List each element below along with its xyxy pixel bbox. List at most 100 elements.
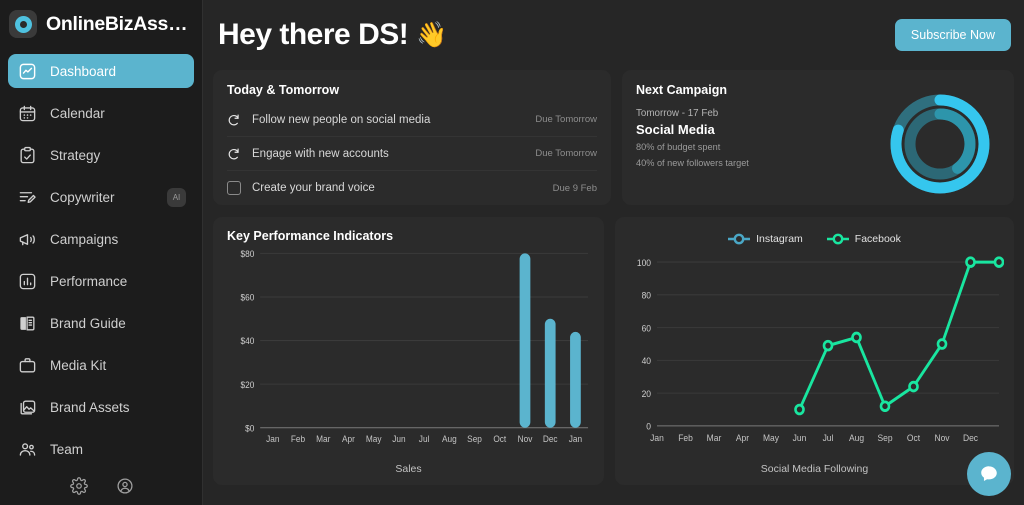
svg-text:Sep: Sep xyxy=(467,434,482,444)
sidebar-item-campaigns[interactable]: Campaigns xyxy=(8,222,194,256)
campaign-followers-stat: 40% of new followers target xyxy=(636,158,749,169)
svg-text:Oct: Oct xyxy=(493,434,506,444)
sidebar-item-brand-guide[interactable]: Brand Guide xyxy=(8,306,194,340)
task-due: Due 9 Feb xyxy=(552,182,597,194)
sidebar-item-label: Media Kit xyxy=(50,357,107,373)
svg-text:Dec: Dec xyxy=(963,433,979,443)
svg-text:$20: $20 xyxy=(241,380,255,390)
line-chart-legend: Instagram Facebook xyxy=(625,229,1004,249)
waving-hand-icon: 👋 xyxy=(416,20,448,49)
legend-item-instagram[interactable]: Instagram xyxy=(728,233,803,245)
task-row[interactable]: Engage with new accounts Due Tomorrow xyxy=(227,137,597,171)
svg-text:Feb: Feb xyxy=(678,433,693,443)
repeat-icon[interactable] xyxy=(227,147,241,161)
svg-text:May: May xyxy=(366,434,382,444)
sidebar-item-copywriter[interactable]: Copywriter AI xyxy=(8,180,194,214)
circle-ring-logo-icon xyxy=(9,10,37,38)
sidebar-item-dashboard[interactable]: Dashboard xyxy=(8,54,194,88)
sidebar-item-label: Brand Guide xyxy=(50,315,126,331)
svg-text:20: 20 xyxy=(642,389,651,399)
svg-text:$80: $80 xyxy=(241,249,255,259)
svg-text:60: 60 xyxy=(642,323,651,333)
legend-label: Instagram xyxy=(756,233,803,245)
brand-name: OnlineBizAss… xyxy=(46,12,188,35)
bottom-card-row: Key Performance Indicators $0 $20 $40 $60 $8… xyxy=(213,217,1014,485)
svg-text:Mar: Mar xyxy=(316,434,330,444)
svg-text:Aug: Aug xyxy=(849,433,864,443)
svg-text:Feb: Feb xyxy=(291,434,306,444)
legend-marker-icon xyxy=(826,233,849,245)
svg-text:Jun: Jun xyxy=(392,434,406,444)
clipboard-check-icon xyxy=(18,146,37,165)
svg-text:$40: $40 xyxy=(241,336,255,346)
repeat-icon[interactable] xyxy=(227,113,241,127)
chat-bubble-icon xyxy=(981,466,997,481)
sidebar-footer xyxy=(0,477,203,495)
sidebar-item-label: Strategy xyxy=(50,147,101,163)
book-icon xyxy=(18,314,37,333)
sidebar-item-calendar[interactable]: Calendar xyxy=(8,96,194,130)
campaign-budget-stat: 80% of budget spent xyxy=(636,142,721,152)
kpi-card: Key Performance Indicators $0 $20 $40 $60 $8… xyxy=(213,217,604,485)
sidebar-item-label: Calendar xyxy=(50,105,105,121)
svg-text:Nov: Nov xyxy=(934,433,950,443)
svg-text:100: 100 xyxy=(637,258,651,268)
sidebar-item-label: Copywriter xyxy=(50,189,115,205)
sidebar-item-label: Dashboard xyxy=(50,63,117,79)
campaign-details: Next Campaign Tomorrow - 17 Feb Social M… xyxy=(636,83,880,205)
task-due: Due Tomorrow xyxy=(535,114,597,125)
sidebar-item-label: Brand Assets xyxy=(50,399,130,415)
sidebar-item-label: Performance xyxy=(50,273,128,289)
svg-text:40: 40 xyxy=(642,356,651,366)
chart-line-icon xyxy=(18,62,37,81)
main-content: Hey there DS! 👋 Subscribe Now Today & To… xyxy=(203,0,1024,505)
bar-chart: $0 $20 $40 $60 $80 Jan Feb Mar Apr May Jun Jul Aug Se… xyxy=(227,243,590,463)
svg-text:Apr: Apr xyxy=(736,433,749,443)
legend-marker-icon xyxy=(728,233,751,245)
app-root: OnlineBizAss… Dashboard Calendar Strateg… xyxy=(0,0,1024,505)
user-circle-icon[interactable] xyxy=(116,477,134,495)
svg-text:Jul: Jul xyxy=(823,433,834,443)
chat-bubble-button[interactable] xyxy=(967,452,1011,496)
briefcase-icon xyxy=(18,356,37,375)
ai-badge: AI xyxy=(167,187,186,207)
topbar: Hey there DS! 👋 Subscribe Now xyxy=(213,0,1014,70)
sidebar-nav: Dashboard Calendar Strategy Copywriter A… xyxy=(0,48,202,474)
task-row[interactable]: Follow new people on social media Due To… xyxy=(227,103,597,137)
svg-text:$60: $60 xyxy=(241,292,255,302)
campaign-type: Social Media xyxy=(636,122,715,137)
calendar-icon xyxy=(18,104,37,123)
bar-chart-icon xyxy=(18,272,37,291)
line-chart-xlabel: Social Media Following xyxy=(760,463,869,475)
svg-text:May: May xyxy=(763,433,780,443)
bar-chart-xlabel: Sales xyxy=(395,463,422,475)
settings-gear-icon[interactable] xyxy=(69,477,88,495)
task-list: Follow new people on social media Due To… xyxy=(227,103,597,205)
sidebar-item-performance[interactable]: Performance xyxy=(8,264,194,298)
sidebar-item-strategy[interactable]: Strategy xyxy=(8,138,194,172)
sidebar-item-label: Campaigns xyxy=(50,231,119,247)
svg-text:Sep: Sep xyxy=(877,433,892,443)
svg-text:80: 80 xyxy=(642,290,651,300)
svg-text:Jan: Jan xyxy=(650,433,664,443)
campaign-date: Tomorrow - 17 Feb xyxy=(636,108,719,119)
legend-item-facebook[interactable]: Facebook xyxy=(826,233,901,245)
task-checkbox[interactable] xyxy=(227,181,241,195)
svg-text:$0: $0 xyxy=(245,423,254,433)
next-campaign-card: Next Campaign Tomorrow - 17 Feb Social M… xyxy=(622,70,1014,205)
sidebar-item-team[interactable]: Team xyxy=(8,432,194,466)
sidebar-item-media-kit[interactable]: Media Kit xyxy=(8,348,194,382)
svg-text:Apr: Apr xyxy=(342,434,355,444)
card-title: Today & Tomorrow xyxy=(227,83,340,97)
sidebar: OnlineBizAss… Dashboard Calendar Strateg… xyxy=(0,0,203,505)
svg-text:Aug: Aug xyxy=(442,434,457,444)
card-title: Next Campaign xyxy=(636,83,727,97)
megaphone-icon xyxy=(18,230,37,249)
task-name: Engage with new accounts xyxy=(252,147,389,160)
users-icon xyxy=(18,440,37,459)
sidebar-item-label: Team xyxy=(50,441,84,457)
task-row[interactable]: Create your brand voice Due 9 Feb xyxy=(227,171,597,205)
sidebar-item-brand-assets[interactable]: Brand Assets xyxy=(8,390,194,424)
task-due: Due Tomorrow xyxy=(535,148,597,159)
subscribe-now-button[interactable]: Subscribe Now xyxy=(894,19,1011,51)
